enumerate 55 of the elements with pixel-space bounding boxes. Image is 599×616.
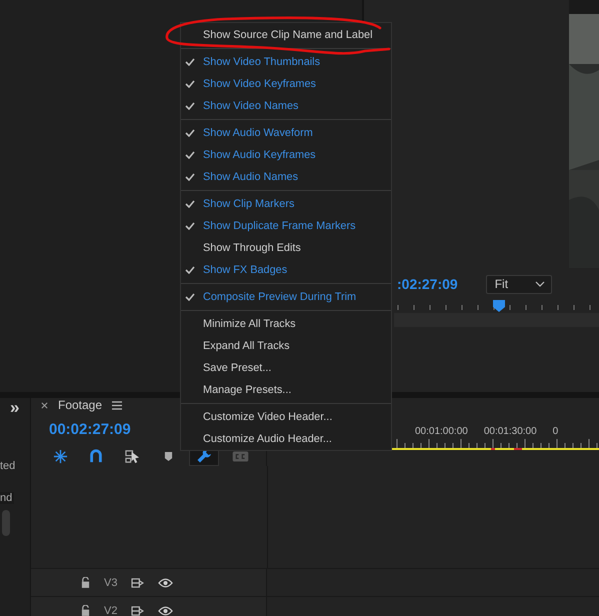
menu-item[interactable]: Expand All Tracks xyxy=(181,335,391,357)
chevron-icon xyxy=(534,281,545,287)
menu-item[interactable]: Customize Video Header... xyxy=(181,406,391,428)
timecode: 00:02:27:09 xyxy=(49,421,132,438)
magnet-icon xyxy=(89,449,103,463)
checkmark-icon xyxy=(185,266,195,274)
menu-item[interactable]: Show Video Thumbnails xyxy=(181,51,391,73)
menu-item[interactable]: Show Video Names xyxy=(181,95,391,117)
ruler-label: 0 xyxy=(552,426,558,437)
menu-icon[interactable] xyxy=(112,400,122,410)
timecode: :02:27:09 xyxy=(397,276,458,292)
eye-icon[interactable] xyxy=(158,606,174,616)
menu-item[interactable]: Show Source Clip Name and Label xyxy=(181,24,391,46)
eye-icon[interactable] xyxy=(158,578,174,588)
checkmark-icon xyxy=(185,200,195,208)
menu-item[interactable]: Show Duplicate Frame Markers xyxy=(181,215,391,237)
close-icon[interactable] xyxy=(41,402,48,408)
menu-item[interactable]: Show Audio Waveform xyxy=(181,122,391,144)
menu-item[interactable]: Show Clip Markers xyxy=(181,193,391,215)
ruler-label: 00:01:00:00 xyxy=(415,426,468,437)
track-name: V3 xyxy=(104,576,118,588)
scroll-thumb[interactable] xyxy=(2,510,10,536)
ruler-label: 00:01:30:00 xyxy=(484,426,537,437)
menu-item[interactable]: Show FX Badges xyxy=(181,259,391,281)
checkmark-icon xyxy=(185,293,195,301)
track-name: V2 xyxy=(104,604,118,616)
menu-item[interactable]: Minimize All Tracks xyxy=(181,313,391,335)
checkmark-icon xyxy=(185,129,195,137)
linked-selection-icon xyxy=(124,448,140,464)
lock-icon[interactable] xyxy=(81,577,90,588)
panel-tab[interactable]: Footage xyxy=(58,398,102,412)
panel-label: nd xyxy=(0,492,14,504)
checkmark-icon xyxy=(185,80,195,88)
menu-item[interactable]: Composite Preview During Trim xyxy=(181,286,391,308)
lock-icon[interactable] xyxy=(81,605,90,616)
menu-item[interactable]: Show Audio Keyframes xyxy=(181,144,391,166)
sync-lock-icon[interactable] xyxy=(131,578,144,588)
menu-item[interactable]: Show Video Keyframes xyxy=(181,73,391,95)
sync-lock-icon[interactable] xyxy=(131,606,144,616)
zoom-scroll-bar[interactable] xyxy=(394,313,599,327)
zoom-dropdown[interactable]: Fit xyxy=(486,274,552,294)
menu-item[interactable]: Show Through Edits xyxy=(181,237,391,259)
checkmark-icon xyxy=(185,151,195,159)
menu-item[interactable]: Save Preset... xyxy=(181,357,391,379)
expand-panels-icon[interactable]: » xyxy=(10,398,20,418)
checkmark-icon xyxy=(185,102,195,110)
asterisk-icon xyxy=(52,448,68,464)
checkmark-icon xyxy=(185,58,195,66)
checkmark-icon xyxy=(185,173,195,181)
menu-item[interactable]: Manage Presets... xyxy=(181,379,391,401)
marker-icon xyxy=(164,450,172,462)
menu-item[interactable]: Show Audio Names xyxy=(181,166,391,188)
menu-item[interactable]: Customize Audio Header... xyxy=(181,428,391,450)
panel-label: ted xyxy=(0,460,16,472)
checkmark-icon xyxy=(185,222,195,230)
